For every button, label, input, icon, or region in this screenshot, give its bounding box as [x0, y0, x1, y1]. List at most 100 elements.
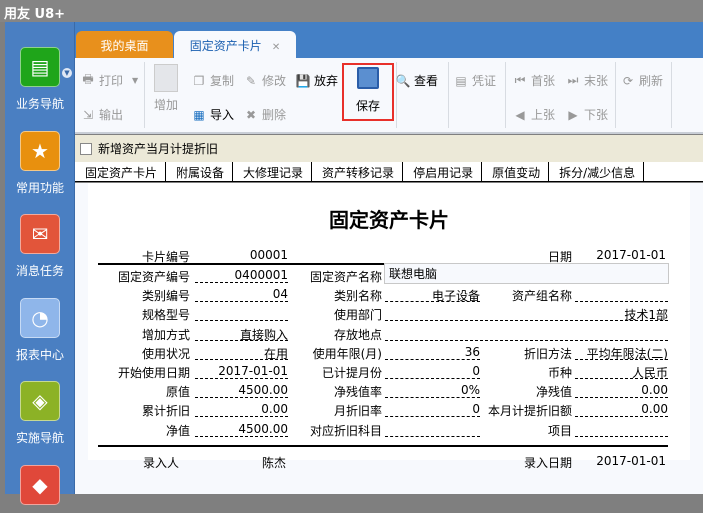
sidebar-item-label: 消息任务	[15, 264, 64, 278]
field-label: 固定资产编号	[117, 270, 190, 284]
field-value: 0	[385, 364, 480, 379]
next-button[interactable]: ▶ 下张	[565, 106, 608, 123]
entry-date-label: 录入日期	[523, 456, 572, 470]
magnifier-document-icon: 🔍	[395, 73, 411, 88]
printer-icon: 🖶	[82, 72, 94, 86]
field-label: 累计折旧	[141, 404, 190, 419]
tab-asset-card[interactable]: 固定资产卡片 ✕	[174, 31, 296, 58]
field-value	[575, 422, 668, 437]
close-icon[interactable]: ✕	[272, 42, 280, 53]
subtab-3[interactable]: 资产转移记录	[312, 162, 404, 181]
depreciation-checkbox-label: 新增资产当月计提折旧	[98, 142, 219, 156]
field-label: 开始使用日期	[117, 366, 190, 380]
subtab-1[interactable]: 附属设备	[166, 162, 234, 181]
sidebar-item-label: 报表中心	[15, 347, 64, 362]
field-value: 技术1部	[385, 306, 668, 322]
delete-icon: ✖	[245, 107, 257, 122]
prev-label: 上张	[531, 108, 556, 122]
toolbar: 🖶 打印 ▼ ⇲ 输出 增加 ❐ 复制 ▦ 导入 ✎ 修改 ✖ 删除 💾 放弃 保存 🔍 查看 ▤…	[75, 58, 703, 134]
voucher-label: 凭证	[472, 74, 497, 88]
field-value: 在用	[195, 345, 288, 361]
modules-icon: ◆	[20, 464, 60, 505]
sidebar-item-1[interactable]: ★ 常用功能	[5, 130, 75, 196]
edit-button[interactable]: ✎ 修改	[243, 72, 286, 89]
copy-button[interactable]: ❐ 复制	[191, 72, 234, 89]
add-button[interactable]: 增加	[154, 64, 178, 113]
tab-label: 我的桌面	[100, 39, 149, 53]
first-label: 首张	[531, 74, 556, 88]
bottom-divider	[98, 445, 668, 447]
floppy-disk-icon	[357, 67, 379, 89]
import-button[interactable]: ▦ 导入	[191, 106, 234, 123]
delete-button[interactable]: ✖ 删除	[243, 106, 286, 123]
entered-by: 陈杰	[262, 456, 287, 470]
print-label: 打印	[99, 74, 124, 88]
save-label: 保存	[355, 99, 380, 113]
compass-icon: ◈	[20, 381, 60, 421]
subtab-0[interactable]: 固定资产卡片	[75, 162, 167, 181]
sidebar-item-0[interactable]: ▤ 业务导航	[5, 47, 75, 112]
depreciation-option-bar: 新增资产当月计提折旧	[75, 135, 703, 162]
field-value: 04	[195, 287, 288, 303]
field-label: 净值	[165, 423, 190, 438]
field-value: 4500.00	[195, 383, 288, 399]
asset-card: 固定资产卡片 卡片编号 00001 日期 2017-01-01 联想电脑 固定资产名称 固定资…	[88, 183, 690, 470]
entered-by-label: 录入人	[143, 456, 180, 470]
prev-icon: ◀	[515, 107, 525, 122]
sidebar-item-label: 业务导航	[15, 97, 64, 111]
depreciation-checkbox[interactable]	[80, 142, 92, 155]
first-icon: ⏮	[514, 73, 526, 87]
subtab-6[interactable]: 拆分/减少信息	[549, 162, 645, 181]
tab-my-desktop[interactable]: 我的桌面	[76, 31, 173, 58]
discard-label: 放弃	[314, 74, 339, 88]
subtab-2[interactable]: 大修理记录	[233, 162, 313, 181]
sidebar-item-4[interactable]: ◈ 实施导航	[5, 381, 75, 446]
field-label: 类别编号	[141, 289, 190, 304]
first-button[interactable]: ⏮ 首张	[512, 72, 555, 89]
field-label: 已计提月份	[321, 366, 382, 380]
export-icon: ⇲	[82, 107, 94, 122]
discard-button[interactable]: 💾 放弃	[295, 72, 339, 89]
field-value: 0.00	[575, 402, 668, 418]
chevron-down-icon[interactable]: ▼	[62, 68, 72, 78]
refresh-icon: ⟳	[622, 73, 634, 88]
folder-tree-icon: ▤	[20, 47, 60, 87]
sidebar-item-5[interactable]: ◆	[5, 464, 75, 513]
print-button[interactable]: 🖶 打印 ▼	[80, 72, 138, 89]
field-label: 类别名称	[333, 289, 382, 304]
export-button[interactable]: ⇲ 输出	[80, 106, 123, 123]
voucher-icon: ▤	[455, 73, 467, 88]
view-button[interactable]: 🔍 查看	[395, 72, 439, 89]
voucher-button[interactable]: ▤ 凭证	[453, 72, 496, 89]
refresh-button[interactable]: ⟳ 刷新	[620, 72, 663, 89]
mail-icon: ✉	[20, 214, 60, 254]
field-value: 0	[385, 402, 480, 418]
dropdown-arrow-icon[interactable]: ▼	[132, 76, 138, 85]
prev-button[interactable]: ◀ 上张	[512, 106, 555, 123]
pencil-icon: ✎	[245, 73, 257, 88]
save-button[interactable]: 保存	[342, 63, 394, 121]
next-label: 下张	[584, 108, 609, 122]
subtab-5[interactable]: 原值变动	[482, 162, 550, 181]
sidebar: ▤ 业务导航 ★ 常用功能 ✉ 消息任务 ◔ 报表中心 ◈ 实施导航 ◆	[5, 22, 75, 505]
field-label: 规格型号	[141, 308, 190, 323]
field-value: 0.00	[575, 383, 668, 399]
entry-date: 2017-01-01	[596, 454, 666, 468]
sidebar-item-2[interactable]: ✉ 消息任务	[5, 214, 75, 279]
add-label: 增加	[154, 98, 179, 112]
field-label: 本月计提折旧额	[487, 404, 572, 419]
asset-name-field[interactable]: 联想电脑	[384, 263, 669, 284]
field-value	[195, 306, 288, 322]
add-document-icon	[154, 64, 178, 92]
sidebar-item-label: 常用功能	[15, 180, 64, 195]
field-label: 使用状况	[141, 346, 190, 361]
copy-label: 复制	[210, 74, 235, 88]
sidebar-item-3[interactable]: ◔ 报表中心	[5, 297, 75, 363]
subtab-4[interactable]: 停启用记录	[403, 162, 483, 181]
last-icon: ⏭	[567, 73, 579, 87]
last-button[interactable]: ⏭ 末张	[565, 72, 608, 89]
tab-strip: 我的桌面 固定资产卡片 ✕	[75, 22, 703, 58]
field-value	[385, 422, 480, 437]
copy-icon: ❐	[193, 73, 205, 88]
export-label: 输出	[99, 108, 124, 122]
